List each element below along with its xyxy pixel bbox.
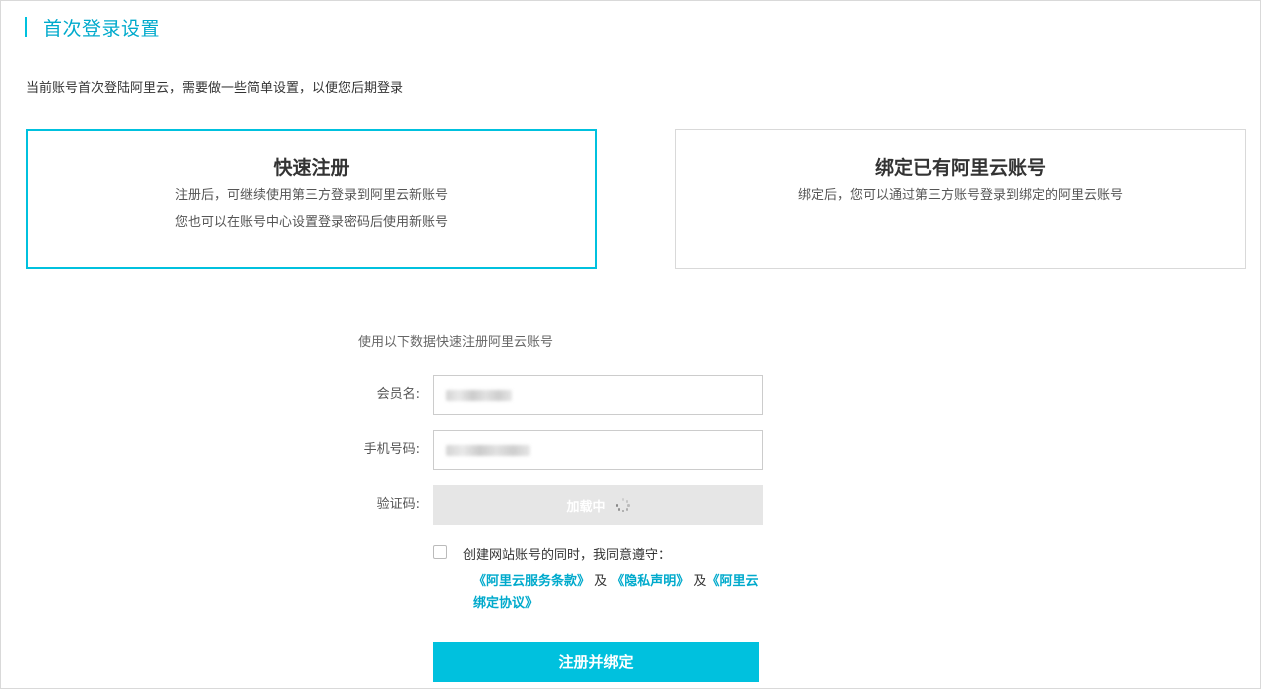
service-terms-link[interactable]: 《阿里云服务条款》 [473,574,590,589]
terms-separator-1: 及 [590,574,612,589]
bind-existing-desc: 绑定后，您可以通过第三方账号登录到绑定的阿里云账号 [797,188,1123,203]
phone-redacted [446,445,530,456]
captcha-label: 验证码: [376,497,420,512]
quick-register-desc-1: 注册后，可继续使用第三方登录到阿里云新账号 [174,188,448,203]
agree-checkbox[interactable] [433,545,447,559]
captcha-row: 验证码: 加载中 [1,485,801,525]
captcha-widget[interactable]: 加载中 [433,485,763,525]
privacy-link[interactable]: 《隐私声明》 [611,574,689,589]
page-header: 首次登录设置 [25,13,160,41]
member-name-label: 会员名: [376,387,420,402]
terms-links: 《阿里云服务条款》 及 《隐私声明》 及《阿里云绑定协议》 [473,571,763,615]
terms-separator-2: 及 [689,574,707,589]
phone-input[interactable] [433,430,763,470]
bind-existing-card[interactable]: 绑定已有阿里云账号 绑定后，您可以通过第三方账号登录到绑定的阿里云账号 [675,129,1246,269]
form-subtitle: 使用以下数据快速注册阿里云账号 [358,335,554,350]
page-title: 首次登录设置 [43,17,161,40]
member-name-redacted [446,390,512,401]
member-name-input[interactable] [433,375,763,415]
intro-text: 当前账号首次登陆阿里云，需要做一些简单设置，以便您后期登录 [26,81,404,96]
settings-panel: 首次登录设置 当前账号首次登陆阿里云，需要做一些简单设置，以便您后期登录 快速注… [0,0,1261,689]
phone-label: 手机号码: [363,442,420,457]
agree-text: 创建网站账号的同时，我同意遵守： [463,548,672,563]
captcha-loading-text: 加载中 [566,499,606,515]
register-and-bind-button[interactable]: 注册并绑定 [433,642,759,682]
member-name-row: 会员名: [1,375,801,415]
quick-register-card[interactable]: 快速注册 注册后，可继续使用第三方登录到阿里云新账号 您也可以在账号中心设置登录… [26,129,597,269]
quick-register-title: 快速注册 [273,157,350,179]
phone-row: 手机号码: [1,430,801,470]
bind-existing-title: 绑定已有阿里云账号 [874,157,1046,179]
quick-register-desc-2: 您也可以在账号中心设置登录密码后使用新账号 [174,215,448,230]
loading-spinner-icon [615,498,630,512]
title-accent-bar [25,17,27,37]
